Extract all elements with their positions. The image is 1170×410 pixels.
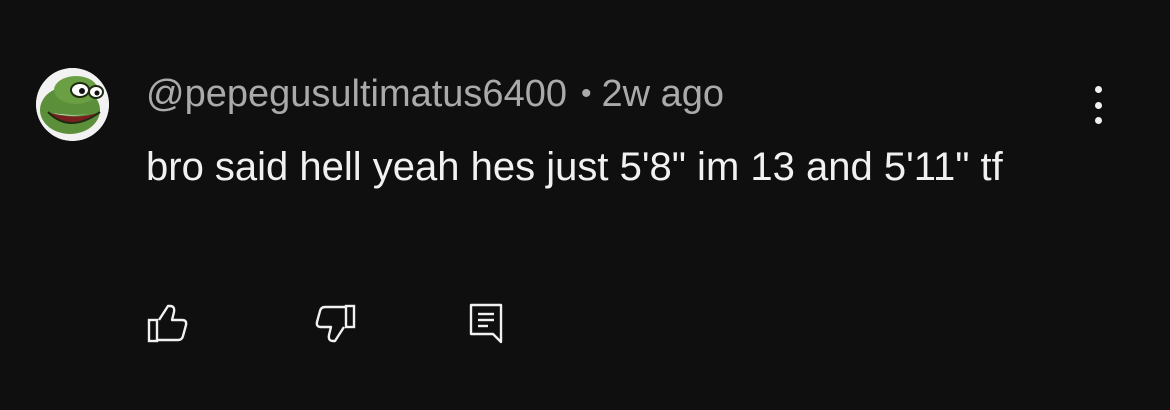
more-options-button[interactable] [1080,82,1116,128]
comment-text: bro said hell yeah hes just 5'8" im 13 a… [146,145,1003,189]
pepe-frog-avatar-icon [36,68,109,141]
more-vertical-icon [1094,101,1102,109]
author-name[interactable]: @pepegusultimatus6400 [146,73,567,115]
separator-dot: • [580,77,592,110]
more-vertical-icon [1094,86,1102,93]
reply-button[interactable] [466,300,510,346]
thumbs-up-icon [147,304,188,343]
comment-item: @pepegusultimatus6400 • 2w ago bro said he… [0,0,1170,410]
like-button[interactable] [146,300,190,346]
reply-comment-icon [469,303,503,344]
thumbs-down-icon [315,304,356,343]
more-vertical-icon [1094,117,1102,124]
timestamp: 2w ago [601,73,725,115]
dislike-button[interactable] [313,300,357,346]
avatar[interactable] [36,68,109,141]
comment-header: @pepegusultimatus6400 • 2w ago [146,72,724,116]
